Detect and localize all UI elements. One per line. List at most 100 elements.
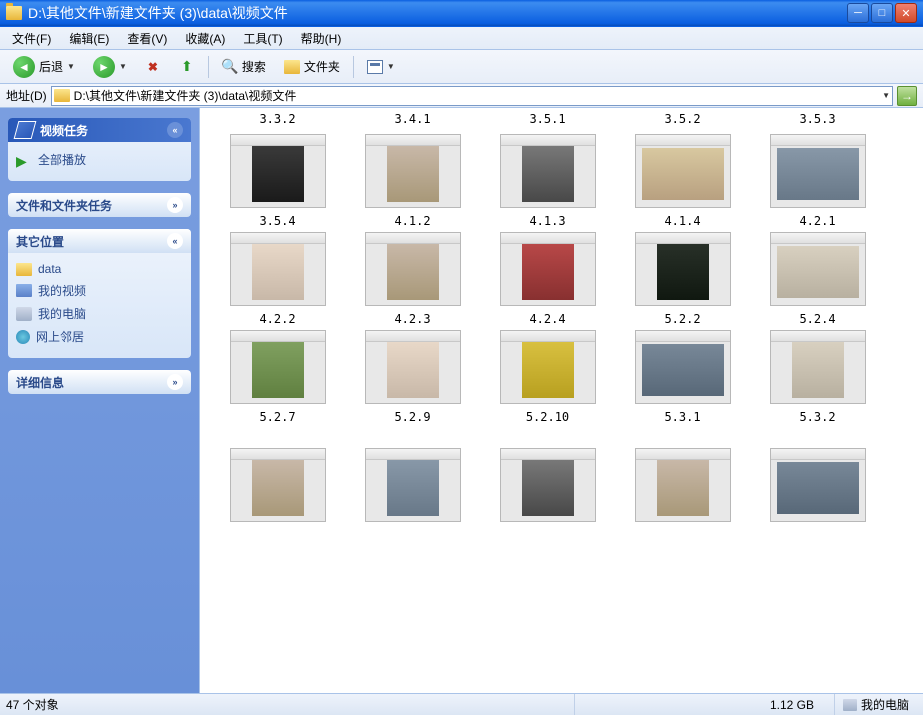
address-label: 地址(D) <box>6 87 47 104</box>
file-thumbnail[interactable]: 4.2.4 <box>480 232 615 326</box>
file-label[interactable]: 3.5.2 <box>615 112 750 126</box>
file-name: 4.2.1 <box>799 214 835 228</box>
file-thumbnail[interactable] <box>615 448 750 522</box>
statusbar: 47 个对象 1.12 GB 我的电脑 <box>0 693 923 715</box>
stop-button[interactable]: ✖ <box>138 55 168 79</box>
file-name: 4.1.3 <box>529 214 565 228</box>
address-field[interactable]: D:\其他文件\新建文件夹 (3)\data\视频文件 ▼ <box>51 86 893 106</box>
menu-tools[interactable]: 工具(T) <box>235 28 290 49</box>
back-button[interactable]: ◄ 后退 ▼ <box>6 52 82 82</box>
minimize-button[interactable]: ─ <box>847 3 869 23</box>
thumbnail-image <box>230 232 326 306</box>
menu-edit[interactable]: 编辑(E) <box>61 28 117 49</box>
panel-details: 详细信息 » <box>8 370 191 394</box>
menu-help[interactable]: 帮助(H) <box>293 28 350 49</box>
sidebar-item-play-all[interactable]: ▶ 全部播放 <box>16 148 183 171</box>
file-thumbnail[interactable]: 4.2.2 <box>210 232 345 326</box>
thumbnail-image <box>770 448 866 522</box>
file-thumbnail[interactable] <box>345 448 480 522</box>
menu-file[interactable]: 文件(F) <box>4 28 59 49</box>
file-thumbnail[interactable]: 4.2.1 <box>750 134 885 228</box>
panel-header-other-places[interactable]: 其它位置 « <box>8 229 191 253</box>
thumbnail-image <box>770 330 866 404</box>
menu-fav[interactable]: 收藏(A) <box>177 28 233 49</box>
thumbnail-image <box>635 232 731 306</box>
file-thumbnail[interactable]: 4.1.3 <box>480 134 615 228</box>
go-button[interactable]: → <box>897 86 917 106</box>
file-thumbnail[interactable]: 5.3.1 <box>615 330 750 424</box>
file-thumbnail[interactable] <box>210 448 345 522</box>
file-name: 5.3.2 <box>799 410 835 424</box>
thumbnail-image <box>230 330 326 404</box>
thumbnail-image <box>365 330 461 404</box>
forward-button[interactable]: ► ▼ <box>86 52 134 82</box>
menu-view[interactable]: 查看(V) <box>119 28 175 49</box>
sidebar-item-label: 我的电脑 <box>38 305 86 322</box>
folders-label: 文件夹 <box>304 58 340 75</box>
file-name: 4.2.3 <box>394 312 430 326</box>
sidebar-item-label: data <box>38 262 61 276</box>
file-thumbnail[interactable] <box>750 448 885 522</box>
up-folder-icon: ⬆ <box>179 59 195 75</box>
file-thumbnail[interactable] <box>480 448 615 522</box>
search-button[interactable]: 🔍 搜索 <box>215 54 273 79</box>
content-area[interactable]: 3.3.23.4.13.5.13.5.23.5.3 3.5.44.1.2 4.1.… <box>200 108 923 693</box>
sidebar-item-place[interactable]: 我的电脑 <box>16 302 183 325</box>
place-icon <box>16 284 32 297</box>
menubar: 文件(F) 编辑(E) 查看(V) 收藏(A) 工具(T) 帮助(H) <box>0 26 923 50</box>
thumbnail-image <box>770 134 866 208</box>
panel-header-details[interactable]: 详细信息 » <box>8 370 191 394</box>
status-location: 我的电脑 <box>835 694 917 715</box>
file-thumbnail[interactable]: 5.2.2 <box>615 232 750 326</box>
thumbnail-image <box>365 448 461 522</box>
thumbnail-image <box>770 232 866 306</box>
status-location-label: 我的电脑 <box>861 696 909 713</box>
file-name: 5.2.9 <box>394 410 430 424</box>
file-label[interactable]: 3.3.2 <box>210 112 345 126</box>
folders-button[interactable]: 文件夹 <box>277 54 347 79</box>
file-thumbnail[interactable]: 3.5.4 <box>210 134 345 228</box>
sidebar-item-place[interactable]: 我的视频 <box>16 279 183 302</box>
chevron-up-icon: « <box>167 122 183 138</box>
file-thumbnail[interactable]: 5.2.10 <box>480 330 615 424</box>
thumbnail-image <box>365 232 461 306</box>
up-button[interactable]: ⬆ <box>172 55 202 79</box>
panel-header-file-tasks[interactable]: 文件和文件夹任务 » <box>8 193 191 217</box>
maximize-button[interactable]: □ <box>871 3 893 23</box>
separator <box>353 56 354 78</box>
sidebar-item-place[interactable]: data <box>16 259 183 279</box>
place-icon <box>16 307 32 321</box>
file-name: 5.2.2 <box>664 312 700 326</box>
thumbnail-image <box>635 134 731 208</box>
file-name: 5.2.7 <box>259 410 295 424</box>
addressbar: 地址(D) D:\其他文件\新建文件夹 (3)\data\视频文件 ▼ → <box>0 84 923 108</box>
panel-title: 详细信息 <box>16 374 64 391</box>
file-thumbnail[interactable]: 5.2.4 <box>750 232 885 326</box>
file-label[interactable]: 3.4.1 <box>345 112 480 126</box>
file-thumbnail[interactable]: 5.2.7 <box>210 330 345 424</box>
thumbnail-image <box>635 330 731 404</box>
file-thumbnail[interactable]: 4.1.4 <box>615 134 750 228</box>
place-icon <box>16 263 32 276</box>
sidebar-item-place[interactable]: 网上邻居 <box>16 325 183 348</box>
sidebar-item-label: 网上邻居 <box>36 328 84 345</box>
search-label: 搜索 <box>242 58 266 75</box>
views-button[interactable]: ▼ <box>360 56 402 78</box>
separator <box>208 56 209 78</box>
file-label[interactable]: 3.5.1 <box>480 112 615 126</box>
chevron-down-icon: » <box>167 197 183 213</box>
file-thumbnail[interactable]: 5.3.2 <box>750 330 885 424</box>
folders-icon <box>284 60 300 74</box>
x-icon: ✖ <box>145 59 161 75</box>
file-label[interactable]: 3.5.3 <box>750 112 885 126</box>
file-thumbnail[interactable]: 5.2.9 <box>345 330 480 424</box>
thumbnail-image <box>500 448 596 522</box>
panel-header-video-tasks[interactable]: 视频任务 « <box>8 118 191 142</box>
chevron-down-icon: » <box>167 374 183 390</box>
forward-arrow-icon: ► <box>93 56 115 78</box>
sidebar-item-label: 全部播放 <box>38 151 86 168</box>
close-button[interactable]: ✕ <box>895 3 917 23</box>
chevron-down-icon[interactable]: ▼ <box>882 91 890 100</box>
file-thumbnail[interactable]: 4.2.3 <box>345 232 480 326</box>
file-thumbnail[interactable]: 4.1.2 <box>345 134 480 228</box>
